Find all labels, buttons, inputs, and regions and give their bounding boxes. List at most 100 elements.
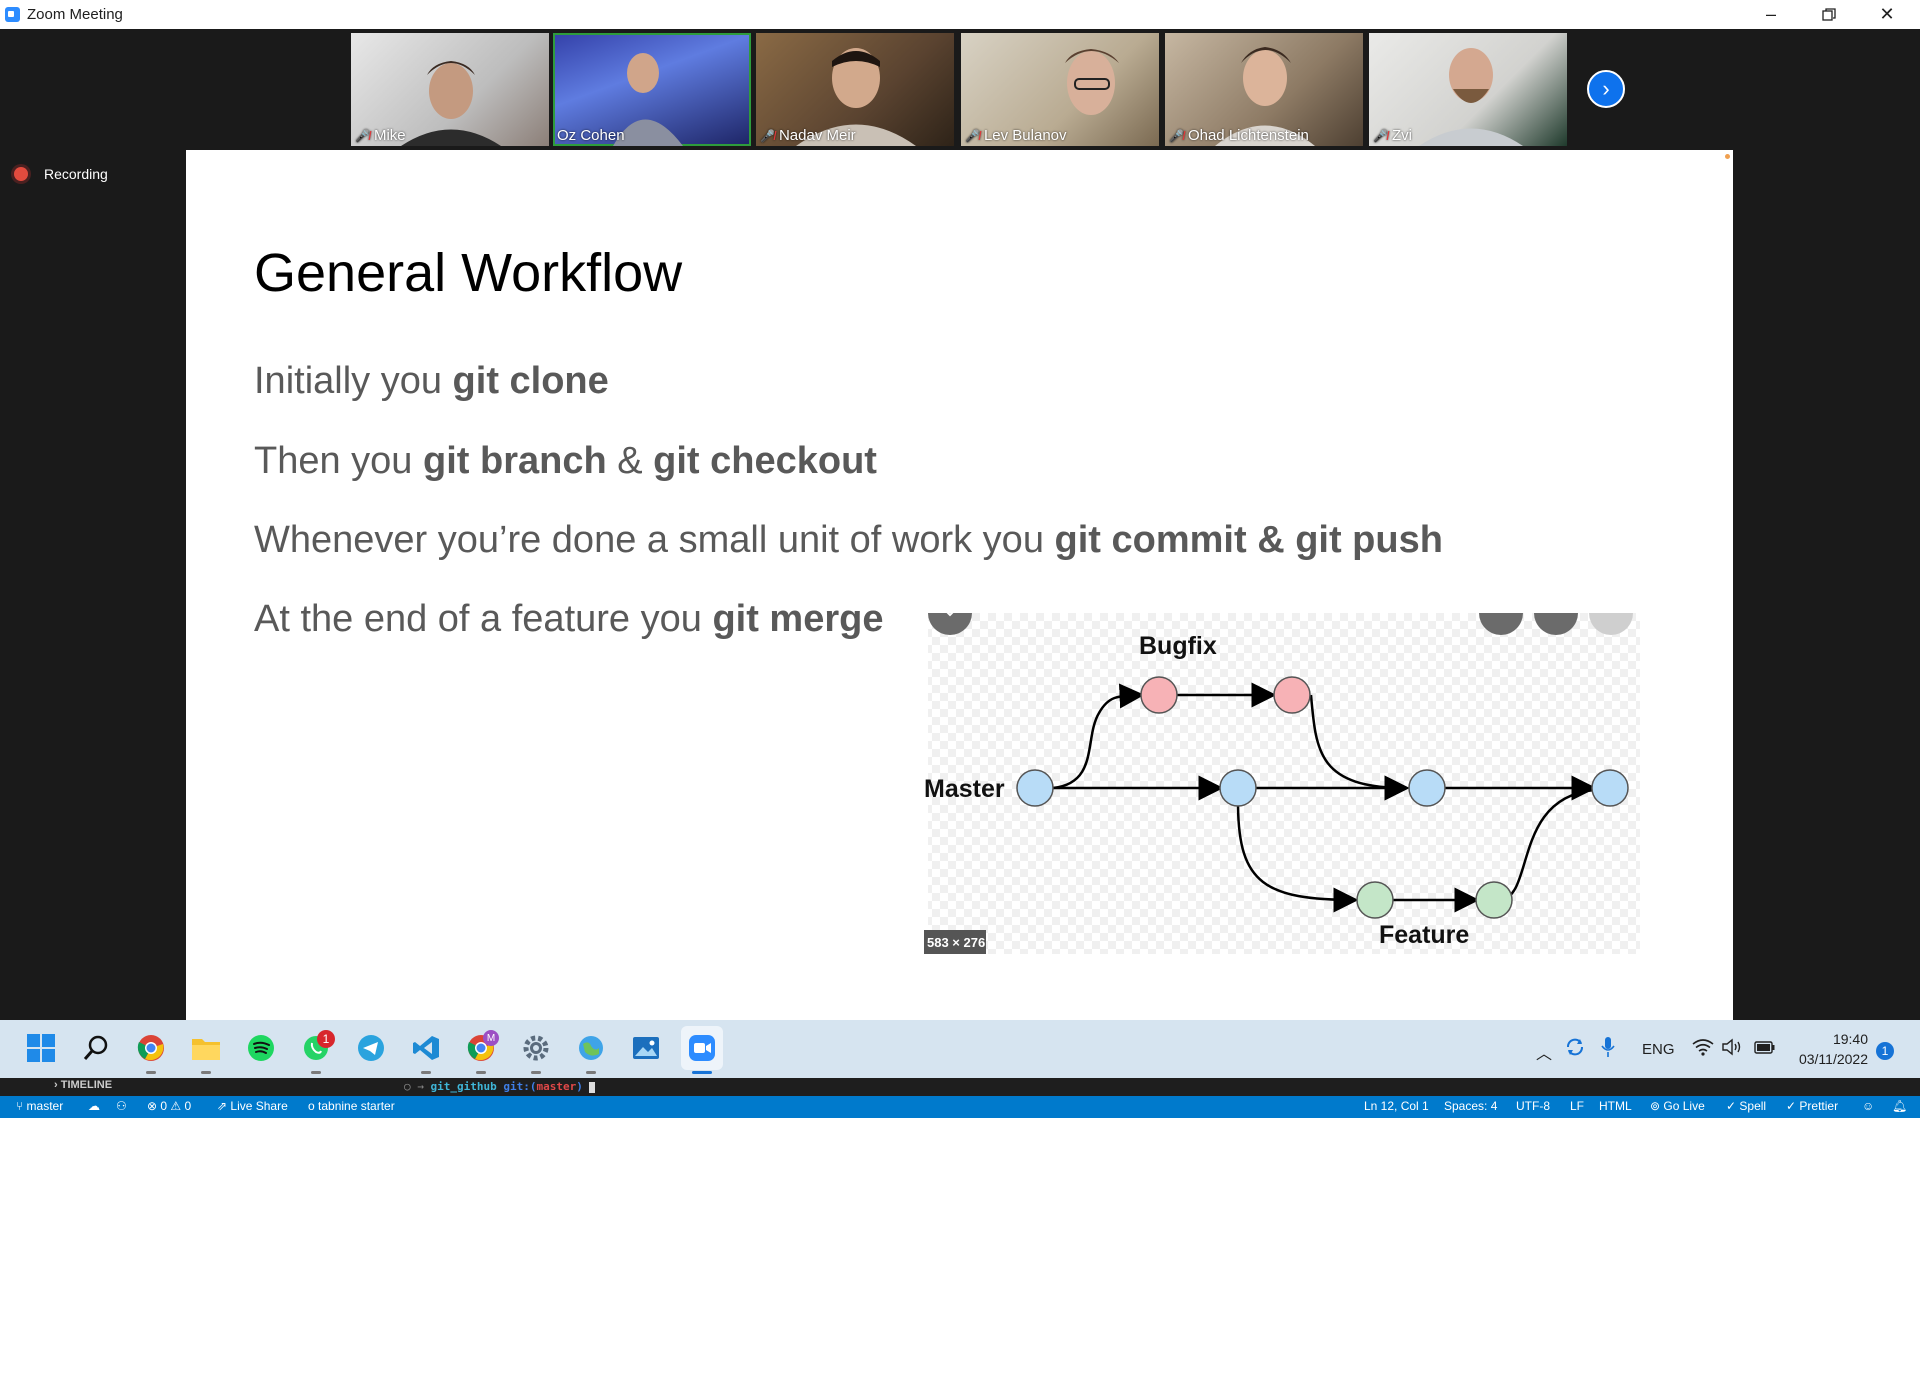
cloud-sync-icon[interactable]: ☁ bbox=[88, 1099, 100, 1113]
go-live-button[interactable]: ⊚ Go Live bbox=[1650, 1099, 1705, 1113]
slide-marker bbox=[1725, 154, 1730, 159]
telegram-icon[interactable] bbox=[356, 1033, 386, 1063]
account-icon[interactable]: ⚇ bbox=[116, 1099, 127, 1113]
muted-mic-icon: 🎤̸ bbox=[1373, 128, 1388, 143]
settings-icon[interactable] bbox=[521, 1033, 551, 1063]
profile-badge: M bbox=[483, 1030, 499, 1046]
minimize-icon[interactable]: – bbox=[1742, 0, 1800, 29]
recording-label: Recording bbox=[44, 166, 108, 182]
image-size-badge: 583 × 276 bbox=[927, 935, 985, 950]
chevron-right-icon: › bbox=[1602, 76, 1610, 101]
live-share-icon: ⇗ bbox=[217, 1099, 231, 1113]
close-icon[interactable]: ✕ bbox=[1858, 0, 1916, 29]
notification-center-badge[interactable]: 1 bbox=[1876, 1042, 1894, 1060]
git-workflow-diagram: Bugfix Master Feature 583 × 276 bbox=[924, 613, 1640, 954]
running-indicator bbox=[531, 1071, 541, 1074]
muted-mic-icon: 🎤̸ bbox=[965, 128, 980, 143]
volume-icon[interactable] bbox=[1722, 1038, 1744, 1061]
zoom-icon[interactable] bbox=[687, 1033, 717, 1063]
next-participants-button[interactable]: › bbox=[1587, 70, 1625, 108]
muted-mic-icon: 🎤̸ bbox=[760, 128, 775, 143]
participant-name: Mike bbox=[373, 127, 406, 144]
running-indicator bbox=[146, 1071, 156, 1074]
tabnine-icon: o bbox=[308, 1099, 319, 1113]
feature-commit-node bbox=[1356, 881, 1394, 919]
running-indicator bbox=[586, 1071, 596, 1074]
master-label: Master bbox=[924, 775, 1005, 803]
slide-bullet: Then you git branch & git checkout bbox=[254, 440, 877, 482]
participant-name: Oz Cohen bbox=[557, 127, 625, 144]
terminal-cursor bbox=[589, 1081, 596, 1093]
master-commit-node bbox=[1016, 769, 1054, 807]
restore-icon[interactable] bbox=[1800, 0, 1858, 29]
cursor-position[interactable]: Ln 12, Col 1 bbox=[1364, 1099, 1429, 1113]
spotify-icon[interactable] bbox=[246, 1033, 276, 1063]
window-title: Zoom Meeting bbox=[27, 6, 123, 23]
zoom-app-icon bbox=[5, 7, 20, 22]
problems-indicator[interactable]: ⊗ 0 ⚠ 0 bbox=[147, 1099, 191, 1113]
bugfix-commit-node bbox=[1140, 676, 1178, 714]
sync-icon[interactable] bbox=[1564, 1036, 1586, 1063]
slide-bullet: Initially you git clone bbox=[254, 360, 609, 402]
muted-mic-icon: 🎤̸ bbox=[355, 128, 370, 143]
participant-video-tile[interactable]: 🎤̸ Lev Bulanov bbox=[961, 33, 1159, 146]
feature-label: Feature bbox=[1379, 921, 1469, 949]
broadcast-icon: ⊚ bbox=[1650, 1099, 1664, 1113]
tabnine-status[interactable]: o tabnine starter bbox=[308, 1099, 395, 1113]
windows-taskbar bbox=[0, 1020, 1920, 1078]
indentation[interactable]: Spaces: 4 bbox=[1444, 1099, 1497, 1113]
participant-video-tile[interactable]: 🎤̸ Ohad Lichtenstein bbox=[1165, 33, 1363, 146]
chrome-icon[interactable] bbox=[136, 1033, 166, 1063]
language-mode[interactable]: HTML bbox=[1599, 1099, 1632, 1113]
terminal-prompt[interactable]: ○ → git_github git:(master) bbox=[404, 1080, 596, 1093]
muted-mic-icon: 🎤̸ bbox=[1169, 128, 1184, 143]
bugfix-label: Bugfix bbox=[1139, 632, 1217, 660]
timeline-section[interactable]: › TIMELINE bbox=[54, 1079, 112, 1091]
bell-icon[interactable]: 🔔︎ bbox=[1892, 1099, 1907, 1113]
running-indicator bbox=[421, 1071, 431, 1074]
branch-indicator[interactable]: ⑂ master bbox=[16, 1099, 63, 1113]
chevron-up-icon[interactable]: ︿ bbox=[1536, 1040, 1552, 1064]
slide-title: General Workflow bbox=[254, 243, 683, 303]
windows-start-icon[interactable] bbox=[26, 1033, 56, 1063]
recording-icon bbox=[14, 167, 28, 181]
participant-video-tile[interactable]: Oz Cohen bbox=[553, 33, 751, 146]
shared-slide: General Workflow Initially you git clone… bbox=[186, 150, 1733, 1020]
master-commit-node bbox=[1219, 769, 1257, 807]
live-share-button[interactable]: ⇗ Live Share bbox=[217, 1099, 288, 1113]
language-indicator[interactable]: ENG bbox=[1642, 1041, 1675, 1058]
search-icon[interactable] bbox=[81, 1033, 111, 1063]
photos-icon[interactable] bbox=[631, 1033, 661, 1063]
clock-date[interactable]: 03/11/2022 bbox=[1784, 1051, 1868, 1067]
vscode-icon[interactable] bbox=[411, 1033, 441, 1063]
participant-name: Zvi bbox=[1391, 127, 1412, 144]
check-icon: ✓ bbox=[1726, 1099, 1740, 1113]
running-indicator bbox=[311, 1071, 321, 1074]
master-commit-node bbox=[1408, 769, 1446, 807]
end-of-line[interactable]: LF bbox=[1570, 1099, 1584, 1113]
participant-name: Lev Bulanov bbox=[983, 127, 1067, 144]
microphone-icon[interactable] bbox=[1600, 1036, 1616, 1063]
running-indicator bbox=[476, 1071, 486, 1074]
slide-bullet: At the end of a feature you git merge bbox=[254, 598, 884, 640]
git-branch-icon: ⑂ bbox=[16, 1099, 27, 1113]
file-explorer-icon[interactable] bbox=[191, 1033, 221, 1063]
chevron-right-icon: › bbox=[54, 1079, 61, 1091]
feedback-icon[interactable]: ☺ bbox=[1862, 1099, 1874, 1113]
participant-video-tile[interactable]: 🎤̸ Nadav Meir bbox=[756, 33, 954, 146]
active-indicator bbox=[692, 1071, 712, 1074]
encoding[interactable]: UTF-8 bbox=[1516, 1099, 1550, 1113]
clock-time[interactable]: 19:40 bbox=[1808, 1031, 1868, 1047]
battery-icon[interactable] bbox=[1754, 1038, 1776, 1061]
wifi-icon[interactable] bbox=[1692, 1038, 1714, 1061]
participant-video-tile[interactable]: 🎤̸ Zvi bbox=[1369, 33, 1567, 146]
spell-check[interactable]: ✓ Spell bbox=[1726, 1099, 1766, 1113]
notification-badge: 1 bbox=[317, 1030, 335, 1048]
maps-icon[interactable] bbox=[576, 1033, 606, 1063]
bugfix-commit-node bbox=[1273, 676, 1311, 714]
participant-name: Nadav Meir bbox=[778, 127, 856, 144]
prettier-status[interactable]: ✓ Prettier bbox=[1786, 1099, 1838, 1113]
title-bar bbox=[0, 0, 1920, 29]
vscode-status-bar bbox=[0, 1096, 1920, 1118]
participant-video-tile[interactable]: 🎤̸ Mike bbox=[351, 33, 549, 146]
